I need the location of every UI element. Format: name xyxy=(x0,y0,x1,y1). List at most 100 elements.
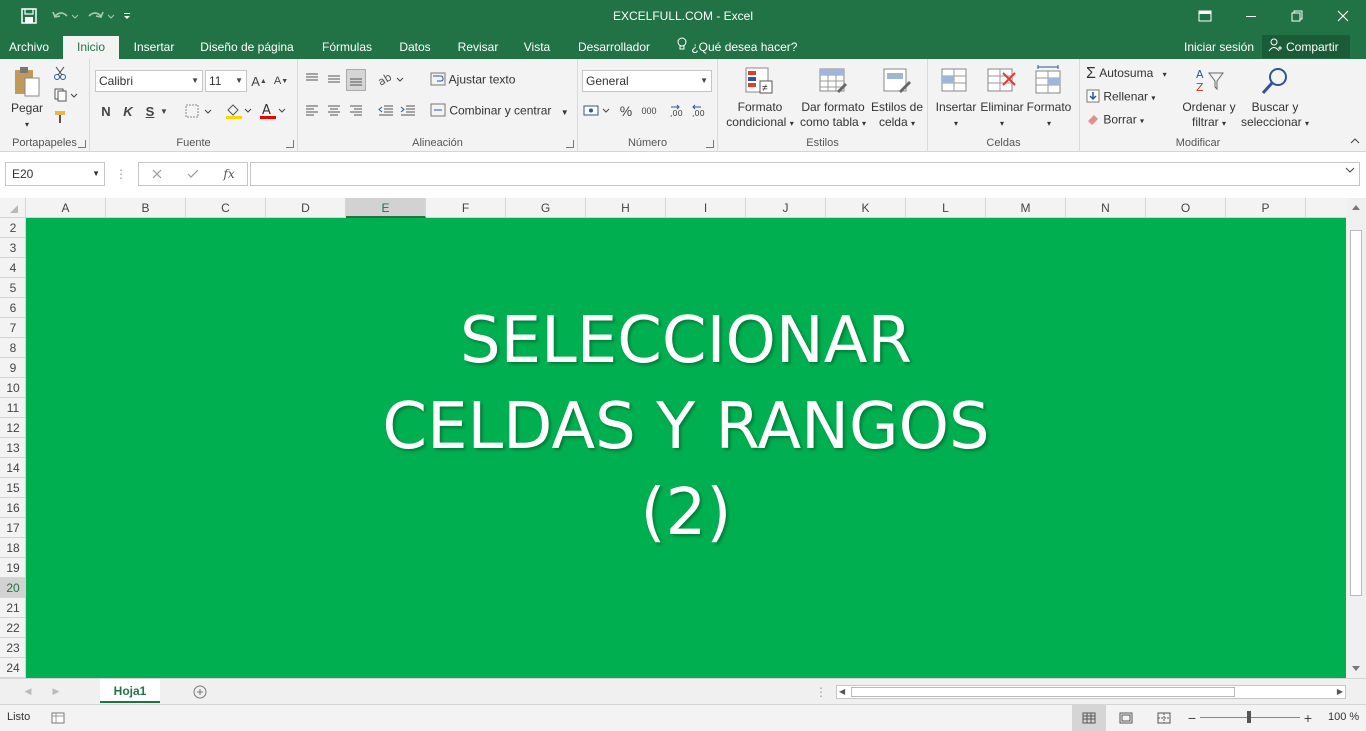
increase-indent-icon[interactable] xyxy=(398,101,418,121)
format-cells-button[interactable]: Formato ▾ xyxy=(1024,100,1074,131)
row-header[interactable]: 19 xyxy=(0,558,26,578)
autosum-button[interactable]: Σ Autosuma ▾ xyxy=(1086,65,1167,83)
row-header[interactable]: 2 xyxy=(0,218,26,238)
font-launcher[interactable] xyxy=(286,140,294,148)
grow-font-icon[interactable]: A ▲ xyxy=(250,71,268,91)
row-header[interactable]: 11 xyxy=(0,398,26,418)
format-painter-icon[interactable] xyxy=(52,109,68,125)
row-header[interactable]: 13 xyxy=(0,438,26,458)
row-header[interactable]: 21 xyxy=(0,598,26,618)
font-size-select[interactable]: 11 ▼ xyxy=(205,70,247,92)
decrease-decimal-icon[interactable]: ,00 xyxy=(690,101,710,121)
column-header[interactable]: O xyxy=(1146,198,1226,218)
row-header[interactable]: 5 xyxy=(0,278,26,298)
row-header[interactable]: 8 xyxy=(0,338,26,358)
underline-button[interactable]: S xyxy=(142,101,158,121)
collapse-ribbon-icon[interactable] xyxy=(1348,135,1362,147)
vertical-scroll-thumb[interactable] xyxy=(1350,230,1362,596)
tab-desarrollador[interactable]: Desarrollador xyxy=(568,36,660,59)
copy-icon[interactable] xyxy=(52,87,80,103)
row-header[interactable]: 18 xyxy=(0,538,26,558)
format-as-table-button[interactable]: Dar formato como tabla ▾ xyxy=(798,100,868,131)
zoom-slider-thumb[interactable] xyxy=(1247,711,1251,723)
row-header[interactable]: 3 xyxy=(0,238,26,258)
row-header[interactable]: 10 xyxy=(0,378,26,398)
zoom-in-icon[interactable]: + xyxy=(1302,710,1314,726)
percent-button[interactable]: % xyxy=(618,101,634,121)
tab-archivo[interactable]: Archivo xyxy=(0,36,58,59)
paste-icon[interactable] xyxy=(8,65,46,101)
font-color-icon[interactable]: A xyxy=(258,101,288,121)
insert-function-button[interactable]: fx xyxy=(219,165,239,183)
orientation-icon[interactable]: ab xyxy=(376,69,406,89)
row-header[interactable]: 15 xyxy=(0,478,26,498)
tab-split-grip-icon[interactable]: ⋮ xyxy=(815,685,827,699)
increase-decimal-icon[interactable]: ,00 xyxy=(668,101,688,121)
macro-recording-icon[interactable] xyxy=(50,711,66,725)
delete-cells-button[interactable]: Eliminar ▾ xyxy=(978,100,1026,131)
row-header[interactable]: 12 xyxy=(0,418,26,438)
align-right-icon[interactable] xyxy=(346,101,366,121)
format-cells-icon[interactable] xyxy=(1032,63,1066,99)
conditional-format-button[interactable]: Formato condicional ▾ xyxy=(718,100,802,131)
tab-insertar[interactable]: Insertar xyxy=(124,36,184,59)
cell-styles-button[interactable]: Estilos de celda ▾ xyxy=(868,100,926,131)
format-as-table-icon[interactable] xyxy=(816,63,850,99)
paste-button[interactable]: Pegar ▾ xyxy=(4,101,50,132)
horizontal-scroll-thumb[interactable] xyxy=(851,687,1235,697)
sort-filter-icon[interactable]: AZ xyxy=(1192,63,1226,99)
thousands-separator-button[interactable]: 000 xyxy=(638,101,660,121)
tab-inicio[interactable]: Inicio xyxy=(63,36,119,59)
shrink-font-icon[interactable]: A ▼ xyxy=(272,71,290,91)
expand-formula-icon[interactable] xyxy=(1345,166,1355,177)
fill-color-icon[interactable] xyxy=(224,101,254,121)
row-header[interactable]: 22 xyxy=(0,618,26,638)
number-format-select[interactable]: General ▼ xyxy=(582,70,712,92)
bold-button[interactable]: N xyxy=(98,101,114,121)
new-sheet-icon[interactable] xyxy=(192,684,208,700)
ribbon-display-options-icon[interactable] xyxy=(1182,0,1228,32)
column-header[interactable]: I xyxy=(666,198,746,218)
align-top-icon[interactable] xyxy=(302,69,322,89)
scroll-down-icon[interactable] xyxy=(1348,662,1364,676)
column-header[interactable]: C xyxy=(186,198,266,218)
tab-vista[interactable]: Vista xyxy=(514,36,560,59)
minimize-icon[interactable] xyxy=(1228,0,1274,32)
next-sheet-icon[interactable]: ▶ xyxy=(50,685,62,697)
alignment-launcher[interactable] xyxy=(566,140,574,148)
share-button[interactable]: Compartir xyxy=(1262,35,1350,58)
page-break-view-icon[interactable] xyxy=(1154,711,1174,725)
normal-view-icon[interactable] xyxy=(1072,705,1106,731)
insert-cells-button[interactable]: Insertar ▾ xyxy=(932,100,980,131)
row-header[interactable]: 6 xyxy=(0,298,26,318)
vertical-scrollbar[interactable] xyxy=(1346,198,1366,678)
column-header[interactable]: G xyxy=(506,198,586,218)
cut-icon[interactable] xyxy=(52,65,68,81)
cancel-icon[interactable] xyxy=(147,165,167,183)
column-header[interactable]: H xyxy=(586,198,666,218)
scroll-right-icon[interactable]: ▶ xyxy=(1337,687,1343,696)
row-header[interactable]: 7 xyxy=(0,318,26,338)
row-header[interactable]: 14 xyxy=(0,458,26,478)
select-all-icon[interactable] xyxy=(0,198,26,218)
italic-button[interactable]: K xyxy=(120,101,136,121)
decrease-indent-icon[interactable] xyxy=(376,101,396,121)
previous-sheet-icon[interactable]: ◀ xyxy=(22,685,34,697)
merge-center-button[interactable]: Combinar y centrar ▼ xyxy=(430,103,569,120)
conditional-format-icon[interactable]: ≠ xyxy=(742,63,776,99)
delete-cells-icon[interactable] xyxy=(984,63,1018,99)
scroll-left-icon[interactable]: ◀ xyxy=(839,687,845,696)
sort-filter-button[interactable]: Ordenar y filtrar ▾ xyxy=(1178,100,1240,131)
sign-in-link[interactable]: Iniciar sesión xyxy=(1184,36,1254,59)
font-name-select[interactable]: Calibri ▼ xyxy=(95,70,203,92)
tab-formulas[interactable]: Fórmulas xyxy=(312,36,382,59)
column-header[interactable]: N xyxy=(1066,198,1146,218)
column-header[interactable]: D xyxy=(266,198,346,218)
align-left-icon[interactable] xyxy=(302,101,322,121)
tab-datos[interactable]: Datos xyxy=(390,36,440,59)
scroll-up-icon[interactable] xyxy=(1348,200,1364,214)
currency-icon[interactable] xyxy=(582,101,612,121)
restore-icon[interactable] xyxy=(1274,0,1320,32)
column-header[interactable]: A xyxy=(26,198,106,218)
column-header[interactable]: M xyxy=(986,198,1066,218)
